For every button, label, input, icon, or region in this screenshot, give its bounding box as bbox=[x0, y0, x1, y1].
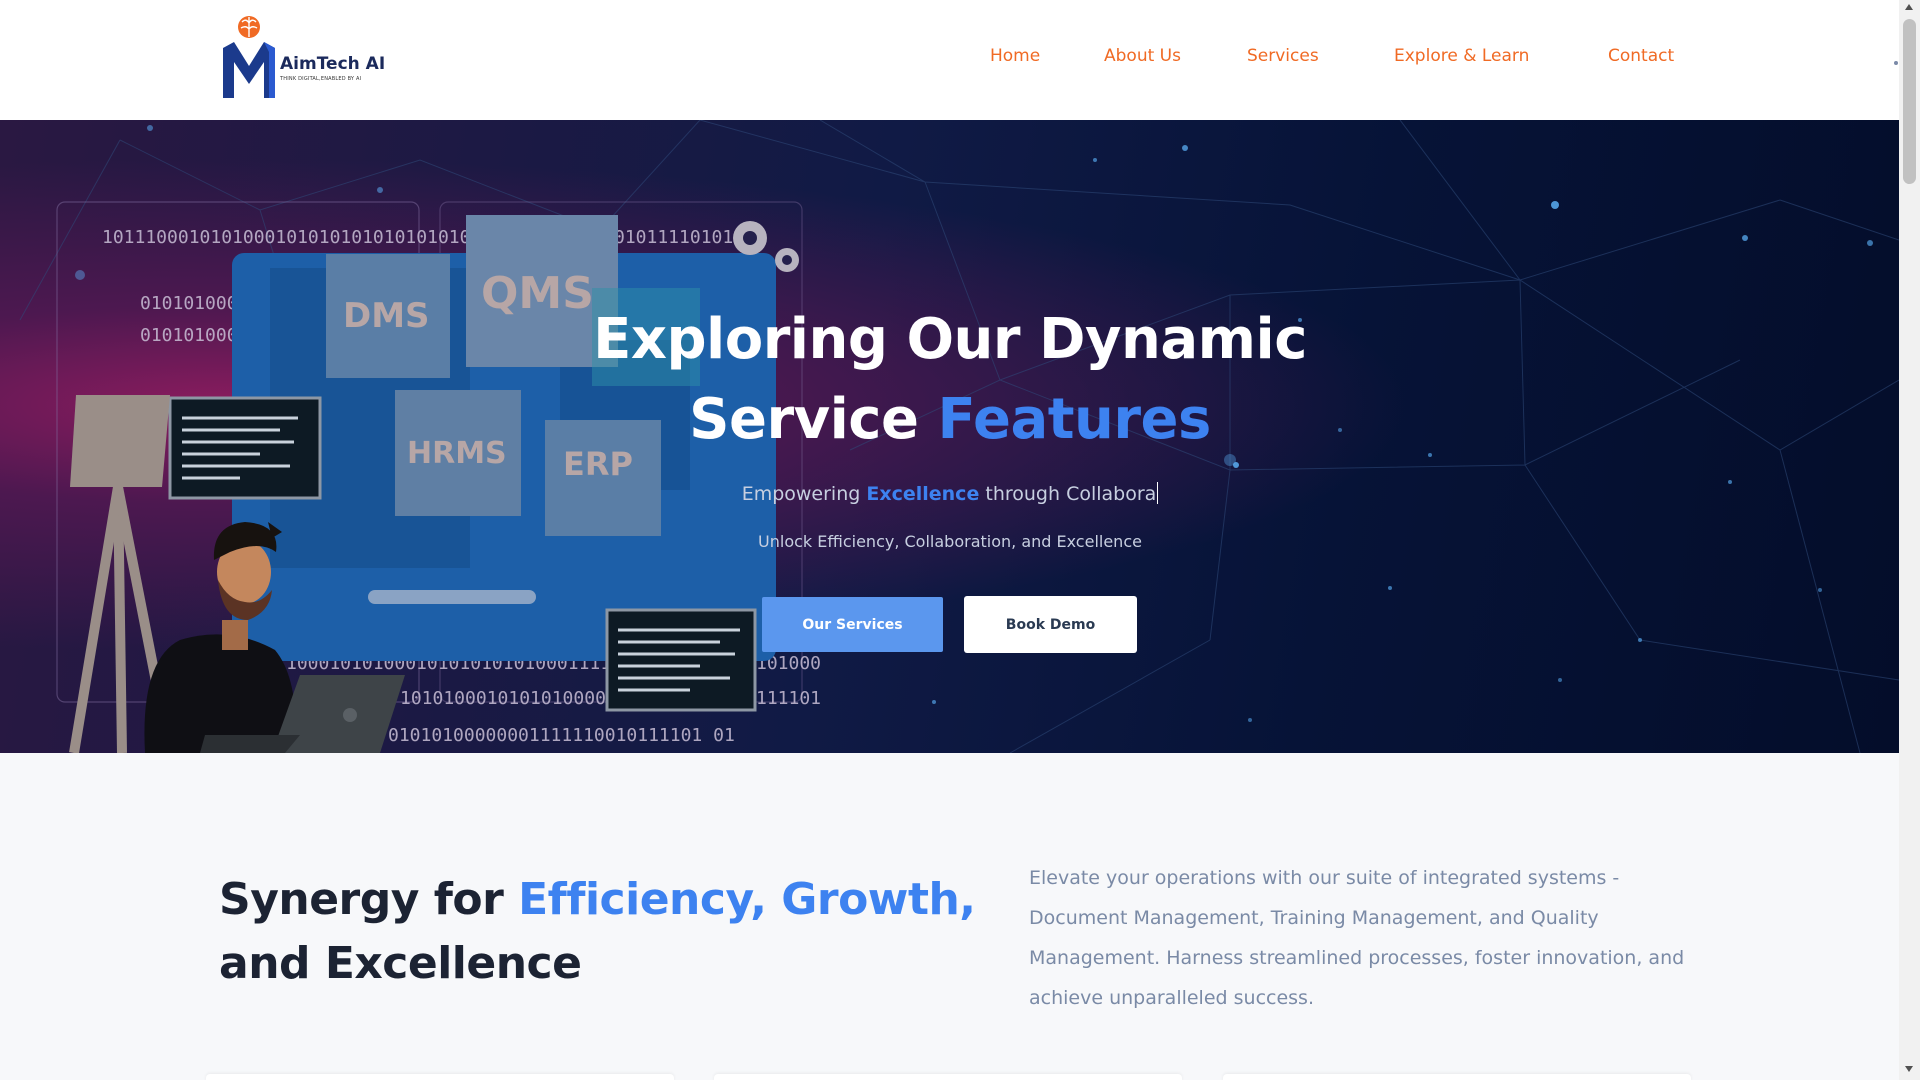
binary-line: 010101000 bbox=[140, 325, 238, 346]
typing-caret bbox=[1157, 482, 1159, 504]
binary-line: 10101000101010100000 bbox=[400, 688, 617, 709]
synergy-title: Synergy for Efficiency, Growth, and Exce… bbox=[219, 868, 979, 996]
our-services-button[interactable]: Our Services bbox=[762, 597, 943, 652]
hero-subtitle-post: through Collabora bbox=[979, 483, 1157, 505]
nav-explore-learn[interactable]: Explore & Learn bbox=[1394, 46, 1529, 66]
main-nav: Home About Us Services Explore & Learn C… bbox=[0, 46, 1899, 70]
feature-card[interactable] bbox=[206, 1074, 674, 1080]
nav-indicator-dot bbox=[1894, 61, 1898, 65]
nav-services[interactable]: Services bbox=[1247, 46, 1319, 66]
synergy-title-accent: Efficiency, Growth, bbox=[518, 874, 976, 925]
hero-typing-subtitle: Empowering Excellence through Collabora bbox=[450, 482, 1450, 505]
scroll-down-arrow-icon[interactable] bbox=[1905, 1066, 1913, 1072]
binary-line: 01010100000001111110010111101 01 bbox=[388, 725, 735, 746]
hero-title-accent: Features bbox=[937, 387, 1211, 452]
hero-subtitle-accent: Excellence bbox=[866, 483, 980, 505]
feature-card[interactable] bbox=[1223, 1074, 1691, 1080]
nav-contact[interactable]: Contact bbox=[1608, 46, 1674, 66]
hero-title: Exploring Our Dynamic Service Features bbox=[450, 300, 1450, 460]
synergy-title-pre: Synergy for bbox=[219, 874, 519, 925]
binary-line: 010101000 bbox=[140, 293, 238, 314]
hero-title-line1: Exploring Our Dynamic bbox=[593, 307, 1307, 372]
book-demo-button[interactable]: Book Demo bbox=[964, 596, 1137, 653]
nav-about-us[interactable]: About Us bbox=[1104, 46, 1181, 66]
synergy-title-post: and Excellence bbox=[219, 938, 582, 989]
binary-line: 1011100010101000101010101010101010 bbox=[102, 227, 470, 248]
scrollbar-thumb[interactable] bbox=[1903, 19, 1916, 184]
binary-line: 11110101 bbox=[756, 688, 820, 709]
page-scrollbar[interactable] bbox=[1899, 0, 1920, 1080]
hero-tagline: Unlock Efficiency, Collaboration, and Ex… bbox=[758, 532, 1142, 551]
binary-line: 01011110101 bbox=[614, 227, 733, 248]
synergy-description: Elevate your operations with our suite o… bbox=[1029, 867, 1685, 1009]
feature-card[interactable] bbox=[714, 1074, 1182, 1080]
scroll-up-arrow-icon[interactable] bbox=[1905, 4, 1913, 10]
brand-tagline: THINK DIGITAL,ENABLED BY AI bbox=[280, 76, 362, 82]
nav-home[interactable]: Home bbox=[990, 46, 1040, 66]
hero-subtitle-pre: Empowering bbox=[741, 483, 867, 505]
hero-title-line2-plain: Service bbox=[689, 387, 938, 452]
module-label-dms: DMS bbox=[343, 296, 430, 336]
site-header: AimTech AI THINK DIGITAL,ENABLED BY AI H… bbox=[0, 0, 1899, 120]
hero-section: 1011100010101000101010101010101010 01010… bbox=[0, 120, 1899, 753]
